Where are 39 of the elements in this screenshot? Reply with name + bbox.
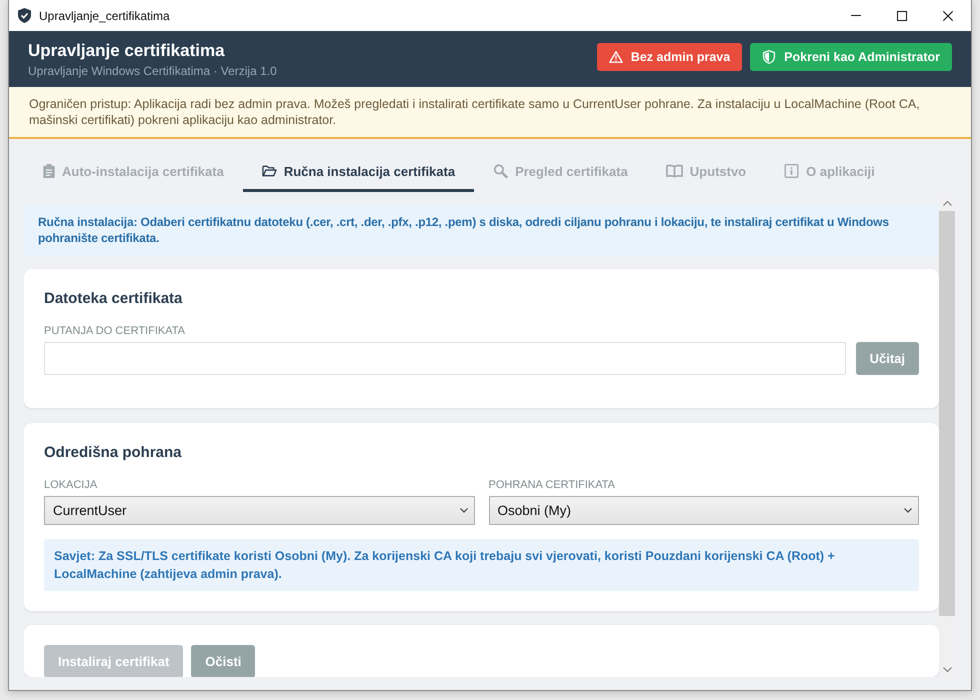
card-title: Datoteka certifikata — [44, 289, 184, 309]
tab[interactable]: Auto-instalacija certifikata — [24, 153, 243, 192]
shield-check-icon — [18, 8, 31, 23]
book-icon — [666, 164, 683, 178]
scroll-up-icon[interactable] — [942, 201, 952, 206]
tab[interactable]: Ručna instalacija certifikata — [242, 153, 474, 192]
close-icon — [943, 10, 953, 20]
run-as-admin-button[interactable]: Pokreni kao Administrator — [750, 43, 952, 71]
tab[interactable]: Uputstvo — [646, 153, 766, 192]
access-warning-banner: Ograničen pristup: Aplikacija radi bez admin prava. Možeš pregledati i instalirati certifikate samo u CurrentUser pohrane. Za instalaciju u LocalMachine (Root CA, mašinski certifikati) pokreni aplikaciju kao administrator. — [9, 87, 971, 139]
card-title: Odredišna pohrana — [44, 443, 183, 463]
folder-icon — [262, 164, 277, 178]
field-label: PUTANJA DO CERTIFIKATA — [44, 324, 186, 338]
clear-button[interactable]: Očisti — [191, 645, 256, 677]
chevron-down-icon — [460, 508, 468, 513]
search-icon — [493, 164, 508, 178]
clipboard-icon — [43, 164, 55, 178]
field-label: LOKACIJA — [44, 478, 98, 492]
minimize-icon — [851, 15, 861, 16]
app-title: Upravljanje certifikatima — [28, 40, 226, 62]
tab[interactable]: O aplikaciji — [765, 153, 894, 192]
info-message: Ručna instalacija: Odaberi certifikatnu datoteku (.cer, .crt, .der, .pfx, .p12, .pem) s diska, odredi ciljanu pohranu i lokaciju, te instaliraj certifikat u Windows pohranište certifikata. — [24, 204, 939, 256]
location-select[interactable]: CurrentUser — [44, 496, 474, 525]
app-subtitle: Upravljanje Windows Certifikatima · Verzija 1.0 — [28, 62, 277, 78]
scrollbar-thumb[interactable] — [939, 211, 955, 616]
path-input[interactable] — [44, 342, 846, 375]
field-label: POHRANA CERTIFIKATA — [488, 478, 616, 492]
info-icon — [784, 164, 800, 178]
maximize-icon — [897, 10, 907, 20]
tip-message: Savjet: Za SSL/TLS certifikate koristi Osobni (My). Za korijenski CA koji trebaju svi vjerovati, koristi Pouzdani korijenski CA (Root) + LocalMachine (zahtijeva admin prava). — [44, 539, 919, 591]
window-title: Upravljanje_certifikatima — [39, 8, 170, 22]
chevron-down-icon — [904, 508, 912, 513]
store-select[interactable]: Osobni (My) — [488, 496, 919, 525]
shield-icon — [762, 50, 776, 64]
scroll-down-icon[interactable] — [942, 667, 952, 672]
admin-warning-button[interactable]: Bez admin prava — [596, 43, 742, 71]
load-button[interactable]: Učitaj — [856, 342, 919, 375]
tab[interactable]: Pregled certifikata — [474, 153, 647, 192]
warning-triangle-icon — [608, 50, 623, 64]
